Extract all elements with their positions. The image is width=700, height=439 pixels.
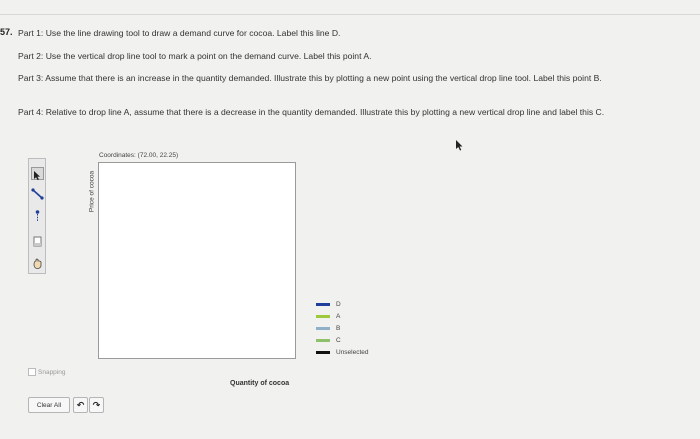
- question-number: 57.: [0, 27, 13, 37]
- legend-item-b[interactable]: B: [316, 322, 369, 334]
- pointer-tool-icon[interactable]: [31, 167, 44, 180]
- legend-item-unselected[interactable]: Unselected: [316, 346, 369, 358]
- x-axis-label: Quantity of cocoa: [230, 380, 290, 387]
- redo-icon[interactable]: ↷: [89, 397, 104, 413]
- legend-item-c[interactable]: C: [316, 334, 369, 346]
- legend-label-d: D: [336, 300, 341, 308]
- snapping-toggle[interactable]: Snapping: [28, 368, 65, 376]
- legend-swatch-c: [316, 338, 330, 342]
- graph-canvas[interactable]: [98, 162, 296, 359]
- coordinates-readout: Coordinates: (72.00, 22.25): [99, 152, 179, 159]
- legend-swatch-b: [316, 326, 330, 330]
- legend-label-a: A: [336, 312, 341, 320]
- legend-item-d[interactable]: D: [316, 298, 369, 310]
- part-2-text: Part 2: Use the vertical drop line tool …: [18, 51, 372, 61]
- part-3-text: Part 3: Assume that there is an increase…: [18, 73, 602, 83]
- eraser-tool-icon[interactable]: [31, 235, 44, 248]
- top-divider: [0, 14, 700, 15]
- y-axis-label: Price of cocoa: [88, 170, 96, 213]
- legend-swatch-a: [316, 314, 330, 318]
- hand-tool-icon[interactable]: [31, 257, 44, 270]
- snapping-checkbox[interactable]: [28, 368, 36, 376]
- undo-icon[interactable]: ↶: [73, 397, 88, 413]
- legend-swatch-unselected: [316, 350, 330, 354]
- part-4-text: Part 4: Relative to drop line A, assume …: [18, 107, 605, 117]
- legend-item-a[interactable]: A: [316, 310, 369, 322]
- legend: D A B C Unselected: [316, 298, 369, 358]
- line-tool-icon[interactable]: [31, 187, 44, 200]
- snapping-label: Snapping: [38, 368, 66, 376]
- drop-line-tool-icon[interactable]: [31, 209, 44, 222]
- legend-label-b: B: [336, 324, 341, 332]
- part-1-text: Part 1: Use the line drawing tool to dra…: [18, 28, 341, 38]
- tool-palette: [28, 158, 46, 274]
- mouse-cursor-icon: [456, 138, 464, 156]
- legend-label-c: C: [336, 336, 341, 344]
- clear-all-button[interactable]: Clear All: [28, 397, 70, 413]
- legend-label-unselected: Unselected: [336, 348, 369, 356]
- legend-swatch-d: [316, 302, 330, 306]
